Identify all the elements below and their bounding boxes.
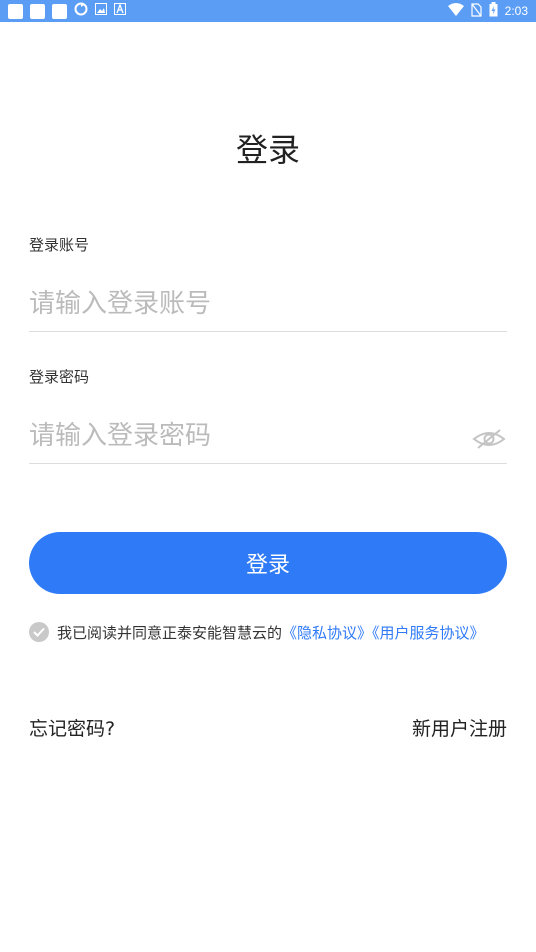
sync-icon xyxy=(74,2,88,20)
register-link[interactable]: 新用户注册 xyxy=(412,714,507,741)
status-time: 2:03 xyxy=(504,4,528,18)
text-a-icon xyxy=(114,3,126,19)
account-label: 登录账号 xyxy=(29,236,90,254)
status-bar: 2:03 xyxy=(0,0,536,22)
app-icon xyxy=(30,3,45,19)
notification-icons xyxy=(8,2,126,20)
app-icon xyxy=(8,3,23,19)
eye-hidden-icon[interactable] xyxy=(472,426,506,452)
login-button[interactable]: 登录 xyxy=(29,532,507,594)
privacy-agreement-link[interactable]: 《隐私协议》 xyxy=(282,624,372,642)
wifi-icon xyxy=(447,3,464,19)
battery-charging-icon xyxy=(489,2,498,20)
agreement: 我已阅读并同意正泰安能智慧云的《隐私协议》《用户服务协议》 xyxy=(29,620,507,647)
no-sim-icon xyxy=(471,2,482,20)
agree-checkbox[interactable] xyxy=(29,622,49,642)
system-icons: 2:03 xyxy=(447,2,528,20)
service-agreement-link[interactable]: 《用户服务协议》 xyxy=(372,624,485,642)
forgot-password-link[interactable]: 忘记密码? xyxy=(29,714,115,741)
app-icon xyxy=(52,3,67,19)
agreement-text: 我已阅读并同意正泰安能智慧云的 xyxy=(57,624,283,642)
password-label: 登录密码 xyxy=(29,368,90,386)
page-title: 登录 xyxy=(235,131,300,169)
password-input[interactable] xyxy=(29,408,507,464)
account-input[interactable] xyxy=(29,276,507,332)
image-icon xyxy=(95,3,107,19)
